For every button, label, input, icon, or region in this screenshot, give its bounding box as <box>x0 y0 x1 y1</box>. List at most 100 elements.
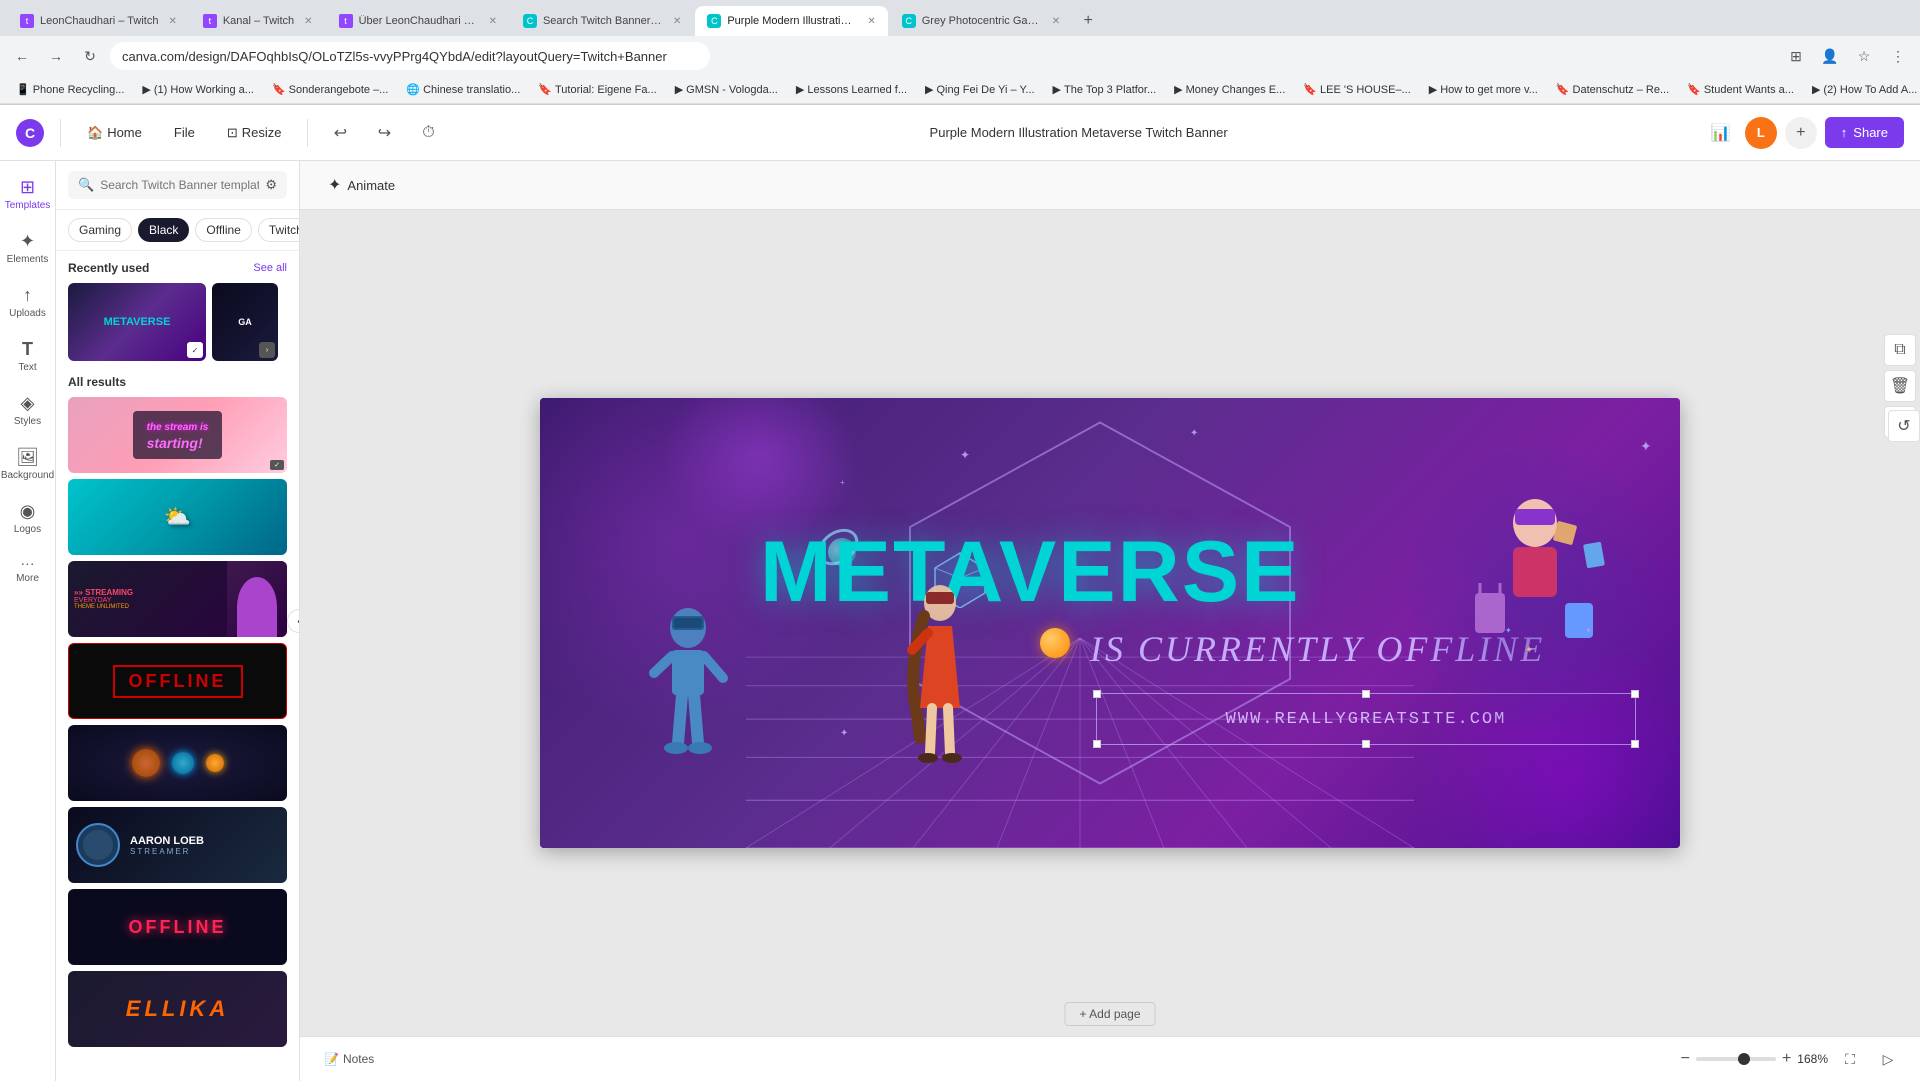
sidebar-item-logos[interactable]: ◉ Logos <box>4 493 52 543</box>
tab-close-btn[interactable]: ✕ <box>673 16 681 27</box>
filter-icon[interactable]: ⚙ <box>265 177 277 193</box>
tab-favicon: C <box>523 14 537 28</box>
canvas-top-bar: ✦ Animate <box>300 161 1920 210</box>
animate-button[interactable]: ✦ Animate <box>316 169 407 201</box>
tab-close-btn[interactable]: ✕ <box>1052 16 1060 27</box>
present-button[interactable]: ▷ <box>1872 1043 1904 1075</box>
sidebar-item-templates[interactable]: ⊞ Templates <box>4 169 52 219</box>
zoom-level-display: 168% <box>1797 1052 1828 1066</box>
notes-button[interactable]: 📝 Notes <box>316 1048 382 1070</box>
sidebar-item-more[interactable]: ··· More <box>4 547 52 592</box>
tab-close-btn[interactable]: ✕ <box>867 16 875 27</box>
bookmark-qing[interactable]: ▶Qing Fei De Yi – Y... <box>917 81 1043 98</box>
template-card-offline-red[interactable]: OFFLINE <box>68 643 287 719</box>
add-page-button[interactable]: + Add page <box>1064 1002 1155 1026</box>
design-canvas[interactable]: ✦ ✦ + ✦ + ✦ ✦ <box>540 398 1680 848</box>
tag-offline[interactable]: Offline <box>195 218 251 242</box>
tab-label: Kanal – Twitch <box>223 15 294 27</box>
refresh-button[interactable]: ↻ <box>76 42 104 70</box>
sidebar-label-styles: Styles <box>14 416 41 427</box>
tab-leonchaudhari-twitch[interactable]: t LeonChaudhari – Twitch ✕ <box>8 6 189 36</box>
metaverse-text[interactable]: METAVERSE <box>760 523 1300 622</box>
bookmark-chinese[interactable]: 🌐Chinese translatio... <box>398 81 528 98</box>
tab-kanal-twitch[interactable]: t Kanal – Twitch ✕ <box>191 6 325 36</box>
redo-button[interactable]: ↪ <box>368 117 400 149</box>
home-button[interactable]: 🏠 Home <box>77 119 152 147</box>
tab-uber-twitch[interactable]: t Über LeonChaudhari – Twitch ✕ <box>327 6 509 36</box>
template-card-offline-pink[interactable]: OFFLINE <box>68 889 287 965</box>
sidebar-item-background[interactable]: 🖼 Background <box>4 439 52 489</box>
template-card-teal[interactable]: ⛅ <box>68 479 287 555</box>
sidebar-item-uploads[interactable]: ↑ Uploads <box>4 277 52 327</box>
sidebar-item-elements[interactable]: ✦ Elements <box>4 223 52 273</box>
handle-bm <box>1362 740 1370 748</box>
tab-search-canva[interactable]: C Search Twitch Banner – Canva ✕ <box>511 6 693 36</box>
user-avatar[interactable]: L <box>1745 117 1777 149</box>
canva-logo[interactable]: C <box>16 119 44 147</box>
forward-button[interactable]: → <box>42 42 70 70</box>
recent-template-2[interactable]: GA › <box>212 283 278 361</box>
file-button[interactable]: File <box>164 119 205 146</box>
canvas-container[interactable]: ⧉ 🗑 ↗ ↺ ✦ ✦ + <box>300 210 1920 1036</box>
orange-sphere <box>1040 628 1070 658</box>
share-button[interactable]: ↑ Share <box>1825 117 1904 148</box>
star-3: + <box>840 478 845 487</box>
tab-grey-canva[interactable]: C Grey Photocentric Game Nigh... ✕ <box>890 6 1072 36</box>
tag-black[interactable]: Black <box>138 218 189 242</box>
tab-label: LeonChaudhari – Twitch <box>40 15 158 27</box>
bookmark-tutorial[interactable]: 🔖Tutorial: Eigene Fa... <box>530 81 664 98</box>
new-tab-button[interactable]: + <box>1074 7 1102 35</box>
bookmark-student[interactable]: 🔖Student Wants a... <box>1679 81 1802 98</box>
handle-bl <box>1093 740 1101 748</box>
sidebar-item-styles[interactable]: ◈ Styles <box>4 385 52 435</box>
zoom-in-button[interactable]: + <box>1782 1050 1791 1068</box>
settings-button[interactable]: ⋮ <box>1884 42 1912 70</box>
bookmark-top3[interactable]: ▶The Top 3 Platfor... <box>1045 81 1165 98</box>
tab-close-btn[interactable]: ✕ <box>168 16 176 27</box>
tab-favicon: t <box>203 14 217 28</box>
recent-template-1[interactable]: METAVERSE ✓ <box>68 283 206 361</box>
timer-button[interactable]: ⏱ <box>412 117 444 149</box>
tab-close-btn[interactable]: ✕ <box>304 16 312 27</box>
resize-button[interactable]: ⊡ Resize <box>217 119 292 147</box>
see-all-button[interactable]: See all <box>253 262 287 274</box>
resize-label: Resize <box>242 125 282 140</box>
bookmark-how-add[interactable]: ▶(2) How To Add A... <box>1804 81 1920 98</box>
profile-button[interactable]: 👤 <box>1816 42 1844 70</box>
template-card-space[interactable] <box>68 725 287 801</box>
template-card-anime[interactable]: »» STREAMING EVERYDAY THEME UNLIMITED <box>68 561 287 637</box>
sidebar-label-elements: Elements <box>7 254 49 265</box>
zoom-out-button[interactable]: − <box>1681 1050 1690 1068</box>
extensions-button[interactable]: ⊞ <box>1782 42 1810 70</box>
bookmark-lessons[interactable]: ▶Lessons Learned f... <box>788 81 915 98</box>
refresh-canvas-button[interactable]: ↺ <box>1888 410 1920 442</box>
bookmark-lee[interactable]: 🔖LEE 'S HOUSE–... <box>1295 81 1418 98</box>
analytics-button[interactable]: 📊 <box>1705 117 1737 149</box>
bookmark-phone[interactable]: 📱Phone Recycling... <box>8 81 132 98</box>
back-button[interactable]: ← <box>8 42 36 70</box>
bookmark-gmsn[interactable]: ▶GMSN - Vologda... <box>667 81 786 98</box>
template-card-starting[interactable]: the stream is starting! ✓ <box>68 397 287 473</box>
copy-button[interactable]: ⧉ <box>1884 334 1916 366</box>
tag-gaming[interactable]: Gaming <box>68 218 132 242</box>
bookmark-sonder[interactable]: 🔖Sonderangebote –... <box>264 81 396 98</box>
add-people-button[interactable]: + <box>1785 117 1817 149</box>
bookmark-button[interactable]: ☆ <box>1850 42 1878 70</box>
sidebar-item-text[interactable]: T Text <box>4 331 52 381</box>
search-input[interactable] <box>100 178 259 192</box>
bookmark-more-views[interactable]: ▶How to get more v... <box>1421 81 1546 98</box>
bookmark-money[interactable]: ▶Money Changes E... <box>1166 81 1293 98</box>
tab-favicon: t <box>20 14 34 28</box>
address-input[interactable] <box>110 42 710 70</box>
undo-button[interactable]: ↩ <box>324 117 356 149</box>
trash-button[interactable]: 🗑 <box>1884 370 1916 402</box>
tab-purple-canva[interactable]: C Purple Modern Illustration Me... ✕ <box>695 6 887 36</box>
fullscreen-button[interactable]: ⛶ <box>1834 1043 1866 1075</box>
template-card-ellika[interactable]: ELLIKA <box>68 971 287 1047</box>
bookmark-datenschutz[interactable]: 🔖Datenschutz – Re... <box>1548 81 1677 98</box>
template-card-aaron[interactable]: AARON LOEB STREAMER <box>68 807 287 883</box>
bookmark-working[interactable]: ▶(1) How Working a... <box>134 81 262 98</box>
zoom-slider[interactable] <box>1696 1057 1776 1061</box>
tab-close-btn[interactable]: ✕ <box>489 16 497 27</box>
tag-twitch-banner[interactable]: Twitch bann... <box>258 218 299 242</box>
